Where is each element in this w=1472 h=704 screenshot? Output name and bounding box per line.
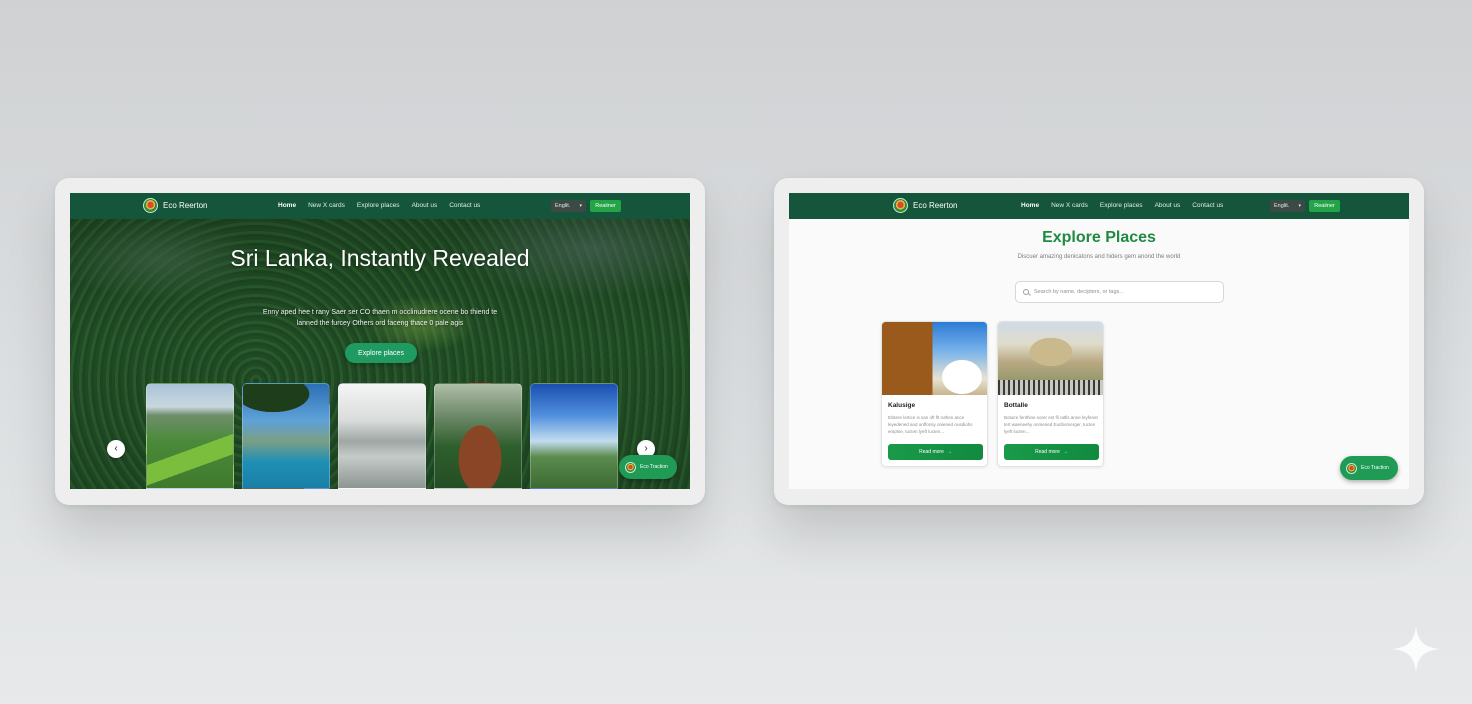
arrow-right-icon: → <box>1062 449 1068 455</box>
search-icon <box>1023 289 1029 295</box>
right-device-frame: Eco Reerton Home New X cards Explore pla… <box>774 178 1424 505</box>
floating-button-label: Eco Traction <box>640 464 668 470</box>
misty-lake-photo[interactable] <box>338 383 426 489</box>
read-more-button[interactable]: Read more → <box>1004 444 1099 460</box>
chevron-left-icon: ‹ <box>114 443 118 454</box>
nav-link-contact[interactable]: Contact us <box>1192 202 1223 209</box>
language-select[interactable]: Englit. ▾ <box>551 200 586 212</box>
page-title: Explore Places <box>1042 229 1156 246</box>
search-input[interactable] <box>1034 289 1214 295</box>
nav-link-about[interactable]: About us <box>412 202 438 209</box>
read-more-label: Read more <box>1035 449 1060 455</box>
read-more-label: Read more <box>919 449 944 455</box>
navbar: Eco Reerton Home New X cards Explore pla… <box>70 193 690 219</box>
sigiriya-rock-photo[interactable] <box>434 383 522 489</box>
search-box[interactable] <box>1015 281 1224 303</box>
read-more-button[interactable]: Read more → <box>888 444 983 460</box>
nav-link-explore[interactable]: Explore places <box>1100 202 1143 209</box>
hero-section: Sri Lanka, Instantly Revealed Enny aped … <box>70 219 690 489</box>
logo-icon <box>893 198 908 213</box>
nav-link-cards[interactable]: New X cards <box>1051 202 1088 209</box>
sparkle-icon <box>1392 626 1440 672</box>
green-valley-photo[interactable] <box>146 383 234 489</box>
language-value: Englit. <box>1274 203 1290 209</box>
logo-icon <box>625 461 636 473</box>
nav-link-home[interactable]: Home <box>278 202 296 209</box>
caret-down-icon: ▾ <box>1298 203 1301 209</box>
language-select[interactable]: Englit. ▾ <box>1270 200 1305 212</box>
logo-icon <box>1346 462 1357 474</box>
language-value: Englit. <box>555 203 571 209</box>
blue-sky-plain-photo[interactable] <box>530 383 618 489</box>
card-description: Botoire fenthine sorer est fli ratlls an… <box>1004 415 1098 434</box>
register-button[interactable]: Reaiiner <box>590 200 621 212</box>
explore-page-screen: Eco Reerton Home New X cards Explore pla… <box>789 193 1409 489</box>
brand-name: Eco Reerton <box>913 201 958 210</box>
brand[interactable]: Eco Reerton <box>143 198 207 213</box>
nav-link-contact[interactable]: Contact us <box>449 202 480 209</box>
brand-name: Eco Reerton <box>163 201 208 210</box>
place-card[interactable]: Kalusige Elstere lertice is san oft flt … <box>881 321 988 467</box>
hero-title: Sri Lanka, Instantly Revealed <box>230 245 530 271</box>
nav-links: Home New X cards Explore places About us… <box>278 202 480 209</box>
brand[interactable]: Eco Reerton <box>893 198 957 213</box>
colonial-hall-photo <box>998 322 1103 395</box>
chevron-right-icon: › <box>644 443 648 454</box>
floating-assistant-button[interactable]: Eco Traction <box>619 455 677 479</box>
explore-places-button[interactable]: Explore places <box>345 343 417 363</box>
navbar: Eco Reerton Home New X cards Explore pla… <box>789 193 1409 219</box>
hero-subtitle: Enny aped hee t rany Saer ser CO thaen m… <box>262 309 498 327</box>
page-subtitle: Discuer amazing denicatons and hiders ge… <box>1017 254 1181 260</box>
logo-icon <box>143 198 158 213</box>
left-device-frame: Eco Reerton Home New X cards Explore pla… <box>55 178 705 505</box>
nav-link-about[interactable]: About us <box>1155 202 1181 209</box>
temple-stupa-photo <box>882 322 987 395</box>
nav-link-cards[interactable]: New X cards <box>308 202 345 209</box>
nav-link-explore[interactable]: Explore places <box>357 202 400 209</box>
card-title: Kalusige <box>888 402 916 409</box>
caret-down-icon: ▾ <box>579 203 582 209</box>
carousel-prev-button[interactable]: ‹ <box>107 440 125 458</box>
place-card[interactable]: Bottalle Botoire fenthine sorer est fli … <box>997 321 1104 467</box>
nav-link-home[interactable]: Home <box>1021 202 1039 209</box>
floating-assistant-button[interactable]: Eco Traction <box>1340 456 1398 480</box>
home-page-screen: Eco Reerton Home New X cards Explore pla… <box>70 193 690 489</box>
card-description: Elstere lertice is san oft flt ruthen an… <box>888 415 973 434</box>
arrow-right-icon: → <box>946 449 952 455</box>
lake-forest-photo[interactable] <box>242 383 330 489</box>
register-button[interactable]: Reaiiner <box>1309 200 1340 212</box>
card-title: Bottalle <box>1004 402 1028 409</box>
floating-button-label: Eco Traction <box>1361 465 1389 471</box>
nav-links: Home New X cards Explore places About us… <box>1021 202 1223 209</box>
